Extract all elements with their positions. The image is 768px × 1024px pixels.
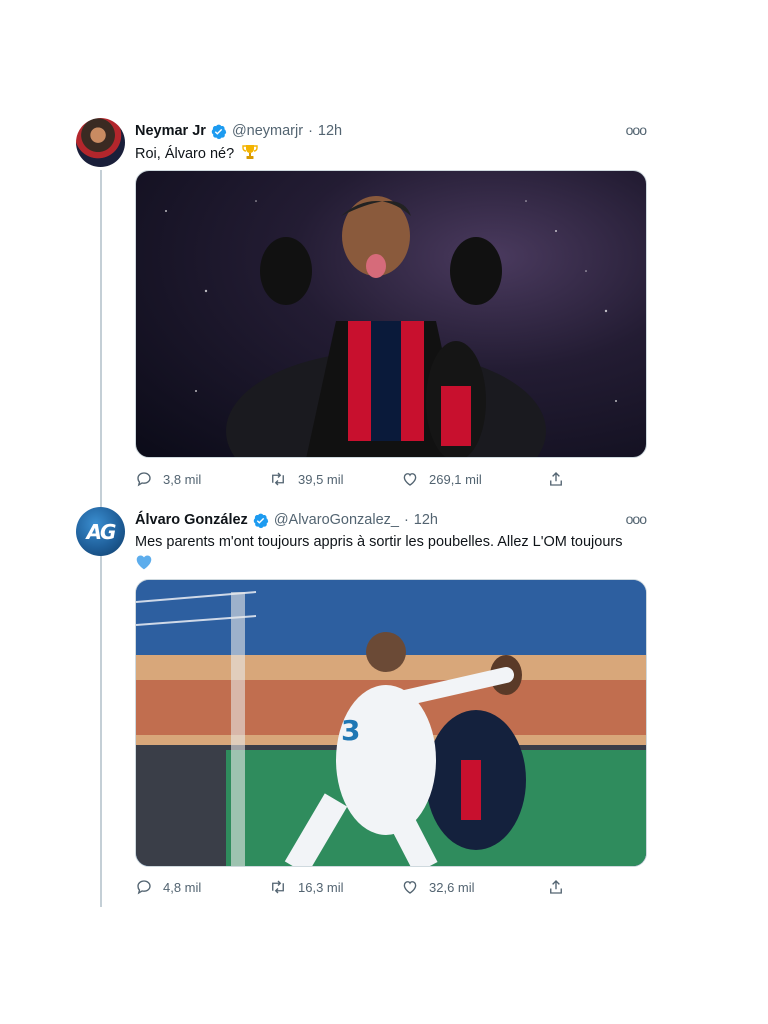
share-button[interactable]	[547, 878, 575, 896]
retweet-button[interactable]: 39,5 mil	[268, 470, 401, 488]
author-name[interactable]: Álvaro González	[135, 512, 248, 528]
retweet-icon	[272, 472, 284, 486]
tweet-image-match-photo[interactable]: 3	[135, 579, 647, 867]
reply-count: 4,8 mil	[163, 879, 202, 895]
author-handle[interactable]: @AlvaroGonzalez_	[274, 512, 399, 528]
verified-badge-icon	[253, 513, 269, 528]
like-icon	[403, 473, 417, 486]
tweet-actions: 4,8 mil 16,3 mil 32,6 mil	[135, 878, 575, 896]
tweet-text-content: Roi, Álvaro né?	[135, 146, 235, 162]
retweet-icon	[272, 880, 284, 894]
share-icon	[550, 472, 562, 486]
tweet-time[interactable]: 12h	[414, 512, 438, 528]
retweet-count: 39,5 mil	[298, 471, 344, 487]
avatar-alvaro[interactable]: AG	[76, 507, 125, 556]
like-button[interactable]: 32,6 mil	[401, 878, 534, 896]
tweet-text-content: Mes parents m'ont toujours appris à sort…	[135, 534, 623, 550]
tweet-header: Neymar Jr @neymarjr · 12h	[135, 121, 342, 141]
like-count: 269,1 mil	[429, 471, 482, 487]
tweet-time[interactable]: 12h	[318, 123, 342, 139]
author-name[interactable]: Neymar Jr	[135, 123, 206, 139]
separator-dot: ·	[308, 123, 313, 139]
tweet-image-neymar-celebration[interactable]	[135, 170, 647, 458]
tweet-header: Álvaro González @AlvaroGonzalez_ · 12h	[135, 510, 438, 530]
reply-count: 3,8 mil	[163, 471, 202, 487]
avatar-initials: AG	[86, 519, 117, 544]
share-button[interactable]	[547, 470, 575, 488]
more-icon[interactable]: ooo	[626, 511, 647, 527]
separator-dot: ·	[403, 512, 409, 528]
reply-icon	[137, 472, 151, 487]
reply-button[interactable]: 4,8 mil	[135, 878, 268, 896]
reply-icon	[137, 880, 151, 895]
verified-badge-icon	[211, 124, 227, 139]
reply-button[interactable]: 3,8 mil	[135, 470, 268, 488]
photo-match-scene: 3	[136, 580, 646, 866]
tweet-actions: 3,8 mil 39,5 mil 269,1 mil	[135, 470, 575, 488]
retweet-button[interactable]: 16,3 mil	[268, 878, 401, 896]
like-icon	[403, 881, 417, 894]
avatar-neymar[interactable]	[76, 118, 125, 167]
like-count: 32,6 mil	[429, 879, 475, 895]
photo-neymar-illustration	[165, 196, 617, 457]
author-handle[interactable]: @neymarjr	[232, 123, 303, 139]
tweet-text: Mes parents m'ont toujours appris à sort…	[135, 532, 647, 570]
tweet-text: Roi, Álvaro né?	[135, 143, 647, 164]
tweet-neymar[interactable]: Neymar Jr @neymarjr · 12h ooo Roi, Álvar…	[76, 118, 648, 500]
tweet-alvaro[interactable]: AG Álvaro González @AlvaroGonzalez_ · 12…	[76, 507, 648, 907]
retweet-count: 16,3 mil	[298, 879, 344, 895]
blue-heart-emoji-icon	[136, 555, 152, 570]
share-icon	[550, 880, 562, 894]
svg-text:3: 3	[341, 714, 360, 747]
trophy-emoji-icon	[242, 145, 258, 159]
more-icon[interactable]: ooo	[626, 122, 647, 138]
like-button[interactable]: 269,1 mil	[401, 470, 534, 488]
